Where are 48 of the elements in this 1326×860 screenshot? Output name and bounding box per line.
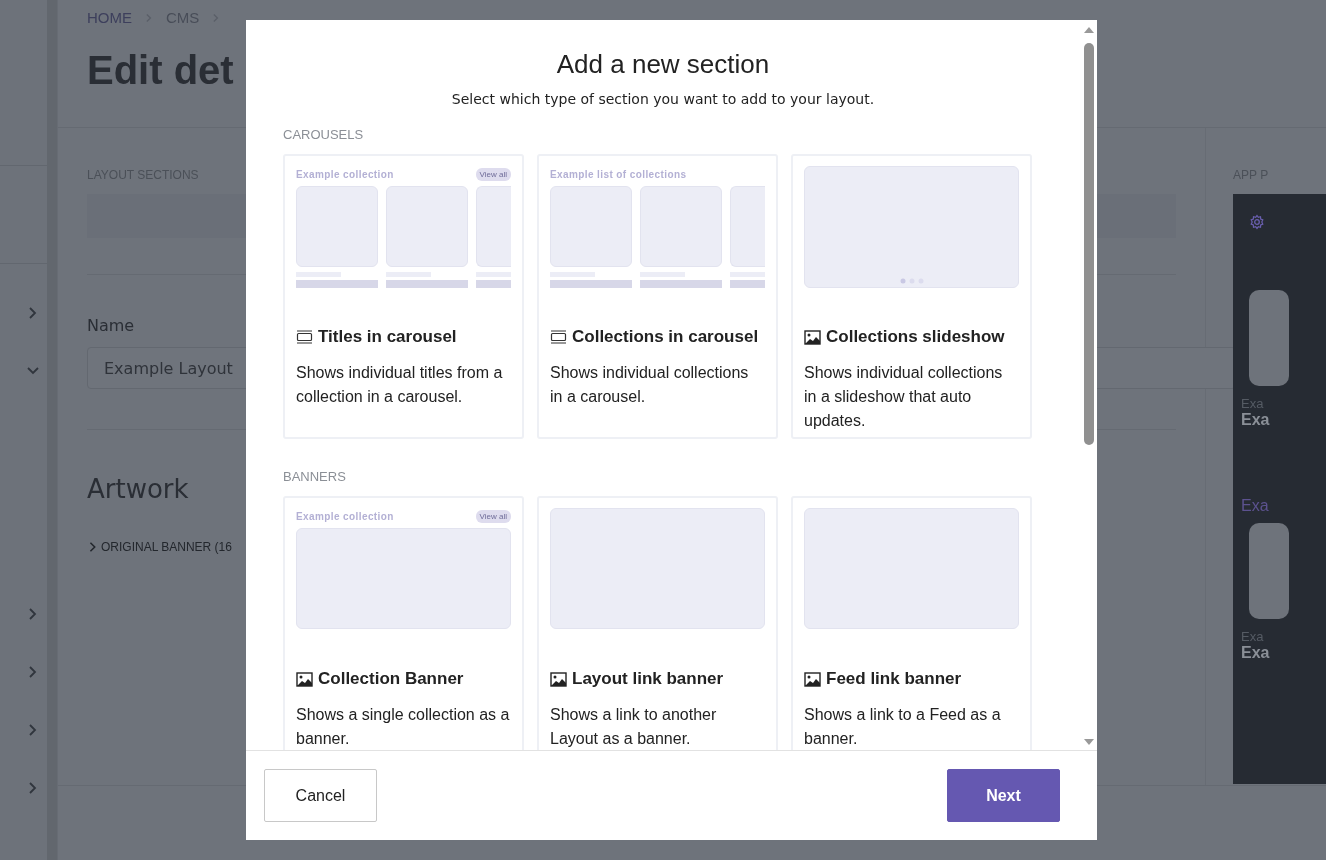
- settings-icon: [1249, 214, 1265, 230]
- group-label: BANNERS: [283, 469, 347, 484]
- card-title: Collection Banner: [318, 669, 464, 689]
- card-title: Feed link banner: [826, 669, 962, 689]
- preview-heading: Example collection: [296, 168, 394, 180]
- image-icon: [804, 671, 821, 687]
- pagination-dots-icon: [899, 278, 924, 284]
- card-description: Shows a link to a Feed as a banner.: [804, 705, 1002, 749]
- preview-title: Exa: [1241, 644, 1271, 662]
- card-description: Shows individual collections in a carousel.: [550, 363, 750, 407]
- card-description: Shows a link to another Layout as a banner.: [550, 705, 718, 749]
- text-placeholder: [730, 280, 765, 288]
- card-description: Shows a single collection as a banner.: [296, 705, 511, 749]
- preview-heading: Example list of collections: [550, 168, 687, 180]
- next-button[interactable]: Next: [947, 769, 1060, 822]
- modal-subtitle: Select which type of section you want to add to your layout.: [450, 91, 876, 107]
- modal-title: Add a new section: [555, 49, 771, 80]
- scrollbar-thumb[interactable]: [1083, 43, 1094, 445]
- card-title: Collections in carousel: [572, 327, 759, 347]
- page-title: Edit det: [87, 48, 234, 93]
- section-option-card[interactable]: Feed link banner Shows a link to a Feed as a banner.: [791, 496, 1032, 750]
- scroll-down-icon: [1083, 738, 1094, 746]
- card-description: Shows individual collections in a slideshow that auto updates.: [804, 363, 1004, 431]
- text-placeholder: [476, 280, 511, 288]
- image-icon: [804, 329, 821, 345]
- view-all-pill: View all: [475, 509, 511, 523]
- card-title: Collections slideshow: [826, 327, 1005, 347]
- section-option-card[interactable]: Example list of collections Collections in carousel Shows individual collections in a carousel.: [537, 154, 778, 439]
- scroll-up-icon: [1083, 26, 1094, 34]
- carousel-icon: [296, 330, 313, 344]
- section-option-card[interactable]: Example collection View all Collection Banner Shows a single collection as a banner.: [283, 496, 524, 750]
- group-label: CAROUSELS: [283, 127, 365, 142]
- field-label: Name: [87, 316, 136, 335]
- card-title: Layout link banner: [572, 669, 724, 689]
- section-heading: Artwork: [87, 474, 189, 504]
- view-all-pill: View all: [475, 167, 511, 181]
- card-title: Titles in carousel: [318, 327, 457, 347]
- carousel-icon: [550, 330, 567, 344]
- card-description: Shows individual titles from a collection in a carousel.: [296, 363, 504, 407]
- image-icon: [550, 671, 567, 687]
- cancel-button[interactable]: Cancel: [264, 769, 377, 822]
- preview-heading: Exa: [1241, 497, 1270, 515]
- section-option-card[interactable]: Example collection View all Titles in carousel Shows individual titles from a collection in a carousel.: [283, 154, 524, 439]
- preview-heading: Example collection: [296, 510, 394, 522]
- preview-title: Exa: [1241, 411, 1271, 429]
- image-icon: [296, 671, 313, 687]
- section-option-card[interactable]: Layout link banner Shows a link to another Layout as a banner.: [537, 496, 778, 750]
- section-option-card[interactable]: Collections slideshow Shows individual collections in a slideshow that auto updates.: [791, 154, 1032, 439]
